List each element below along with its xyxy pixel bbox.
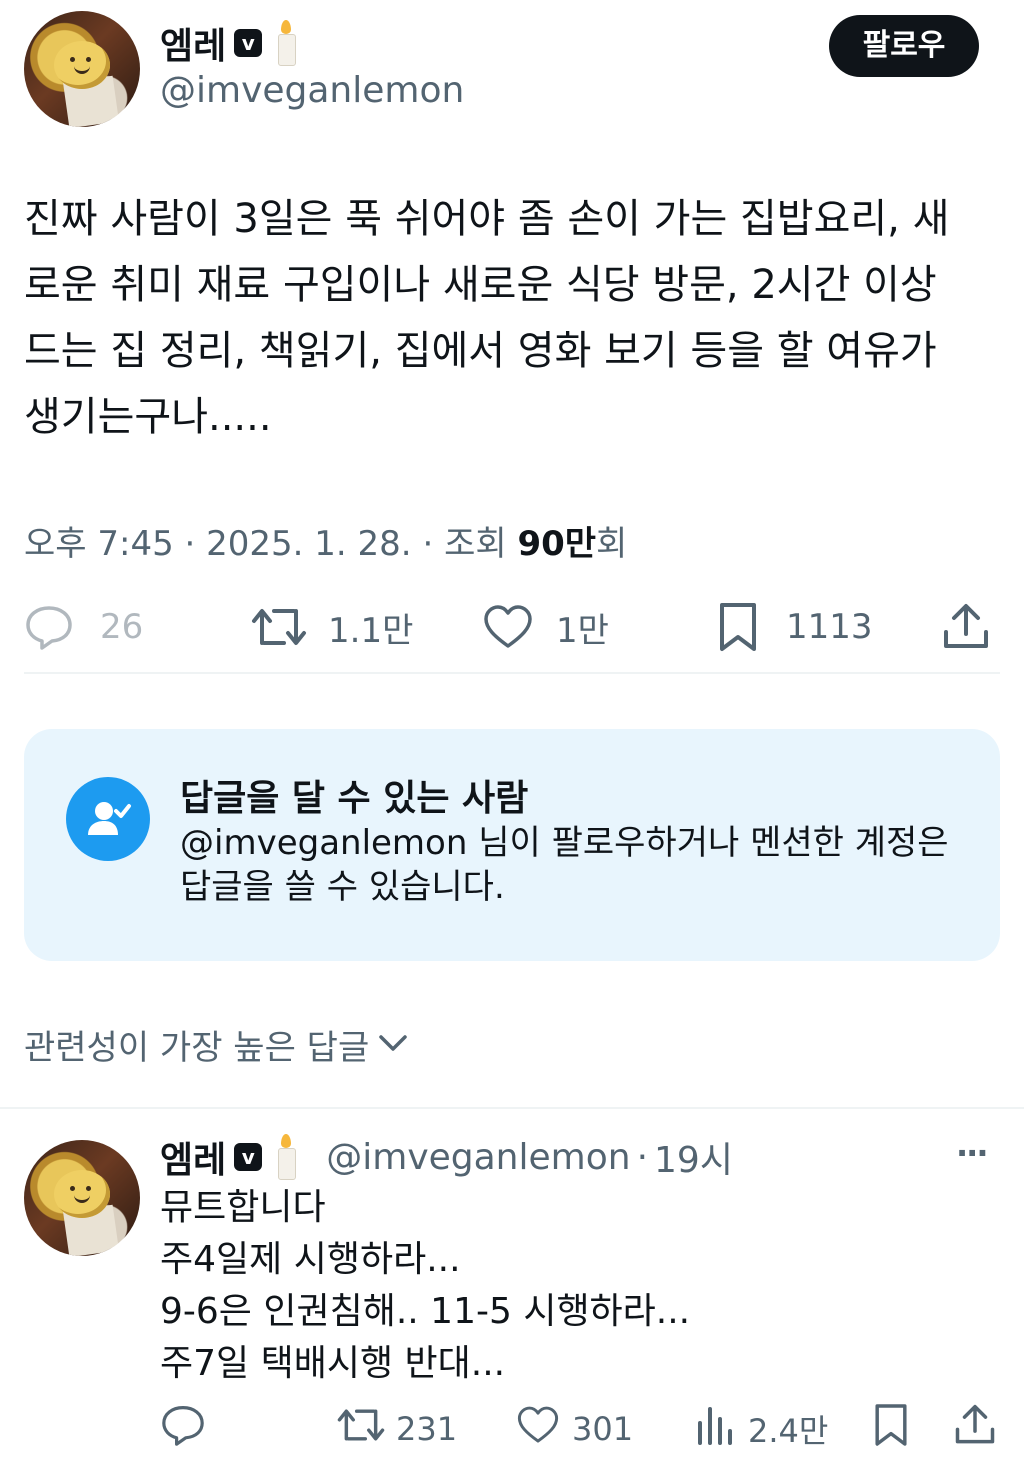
meta-separator: · <box>422 524 434 564</box>
reply-bookmark-action[interactable] <box>872 1404 910 1454</box>
reply-author-name[interactable]: 엠레 <box>160 1131 226 1183</box>
author-handle[interactable]: @imveganlemon <box>160 70 464 111</box>
reply-text-line: 뮤트합니다 <box>160 1187 326 1228</box>
avatar-eye-left <box>70 1186 75 1191</box>
reply-time[interactable]: 19시 <box>654 1131 733 1183</box>
reply-icon <box>24 604 74 650</box>
share-icon <box>954 1403 996 1455</box>
reply-restriction-line: 답글을 쓸 수 있습니다. <box>180 867 505 907</box>
tweet-date[interactable]: 2025. 1. 28. <box>206 524 411 564</box>
bookmark-count: 1113 <box>786 607 873 647</box>
reply-text-line: 9-6은 인권침해.. 11-5 시행하라... <box>160 1291 691 1332</box>
reply-views-count: 2.4만 <box>748 1412 829 1450</box>
candle-icon <box>272 1134 302 1180</box>
reply-restriction-line: @imveganlemon 님이 팔로우하거나 멘션한 계정은 <box>180 823 949 863</box>
heart-icon <box>482 604 534 650</box>
retweet-icon <box>336 1405 386 1453</box>
meta-separator: · <box>184 524 196 564</box>
reply-text-line: 주4일제 시행하라... <box>160 1239 461 1280</box>
retweet-count: 1.1만 <box>328 610 414 651</box>
avatar-face <box>54 1170 110 1218</box>
reply-header: 엠레 v @imveganlemon · 19시 <box>160 1131 733 1183</box>
person-check-icon <box>66 777 150 861</box>
reply-sort-label: 관련성이 가장 높은 답글 <box>24 1028 370 1068</box>
like-count: 1만 <box>556 610 609 651</box>
views-prefix: 조회 <box>444 524 507 564</box>
reply-author-handle[interactable]: @imveganlemon <box>326 1137 630 1178</box>
reply-retweet-action[interactable]: 231 <box>336 1404 457 1454</box>
reply-action[interactable]: 26 <box>24 600 143 654</box>
reply-like-action[interactable]: 301 <box>516 1404 633 1454</box>
reply-separator: · <box>636 1136 649 1178</box>
avatar-mouth <box>74 63 90 74</box>
verified-badge-icon: v <box>234 1143 263 1171</box>
avatar-mouth <box>74 1192 90 1203</box>
author-avatar[interactable] <box>24 11 140 127</box>
reply-share-action[interactable] <box>954 1404 996 1454</box>
tweet-time[interactable]: 오후 7:45 <box>24 524 174 564</box>
bookmark-icon <box>716 601 760 653</box>
analytics-icon <box>696 1405 734 1453</box>
retweet-action[interactable]: 1.1만 <box>250 600 413 654</box>
tweet-text-line: 드는 집 정리, 책읽기, 집에서 영화 보기 등을 할 여유가 <box>24 328 937 374</box>
share-icon <box>942 602 990 652</box>
share-action[interactable] <box>942 600 990 654</box>
reply-restriction-box: 답글을 달 수 있는 사람 @imveganlemon 님이 팔로우하거나 멘션… <box>24 729 1000 961</box>
chevron-down-icon <box>377 1032 409 1058</box>
views-value: 90만 <box>517 524 597 564</box>
reply-like-count: 301 <box>572 1410 634 1448</box>
action-divider <box>24 672 1000 674</box>
reply-text: 뮤트합니다 주4일제 시행하라... 9-6은 인권침해.. 11-5 시행하라… <box>160 1182 1000 1390</box>
avatar-eye-right <box>86 57 91 62</box>
more-options-icon[interactable]: ··· <box>956 1134 989 1172</box>
tweet-text-line: 로운 취미 재료 구입이나 새로운 식당 방문, 2시간 이상 <box>24 262 937 308</box>
avatar-face <box>54 41 110 89</box>
views-suffix: 회 <box>596 524 628 564</box>
tweet-text-line: 진짜 사람이 3일은 푹 쉬어야 좀 손이 가는 집밥요리, 새 <box>24 196 950 242</box>
bookmark-action[interactable]: 1113 <box>716 600 873 654</box>
candle-icon <box>272 20 302 66</box>
avatar-eye-left <box>70 57 75 62</box>
reply-views-action[interactable]: 2.4만 <box>696 1404 828 1454</box>
reply-count: 26 <box>100 607 144 647</box>
reply-sort-dropdown[interactable]: 관련성이 가장 높은 답글 <box>24 1020 409 1069</box>
reply-section-divider <box>0 1107 1024 1109</box>
heart-icon <box>516 1405 560 1453</box>
follow-button[interactable]: 팔로우 <box>829 15 979 77</box>
avatar-eye-right <box>86 1186 91 1191</box>
retweet-icon <box>250 605 308 649</box>
tweet-text: 진짜 사람이 3일은 푹 쉬어야 좀 손이 가는 집밥요리, 새 로운 취미 재… <box>24 186 1004 450</box>
tweet-text-line: 생기는구나..... <box>24 394 272 440</box>
reply-reply-action[interactable] <box>160 1404 206 1454</box>
like-action[interactable]: 1만 <box>482 600 609 654</box>
verified-badge-icon: v <box>234 29 263 57</box>
reply-avatar[interactable] <box>24 1140 140 1256</box>
tweet-meta: 오후 7:45 · 2025. 1. 28. · 조회 90만회 <box>24 516 627 565</box>
reply-restriction-title: 답글을 달 수 있는 사람 <box>180 778 529 819</box>
author-name-row[interactable]: 엠레 v <box>160 17 302 69</box>
author-name[interactable]: 엠레 <box>160 17 226 69</box>
reply-restriction-body: @imveganlemon 님이 팔로우하거나 멘션한 계정은 답글을 쓸 수 … <box>180 821 980 909</box>
reply-retweet-count: 231 <box>396 1410 458 1448</box>
reply-icon <box>160 1404 206 1454</box>
bookmark-icon <box>872 1402 910 1456</box>
reply-text-line: 주7일 택배시행 반대... <box>160 1343 506 1384</box>
